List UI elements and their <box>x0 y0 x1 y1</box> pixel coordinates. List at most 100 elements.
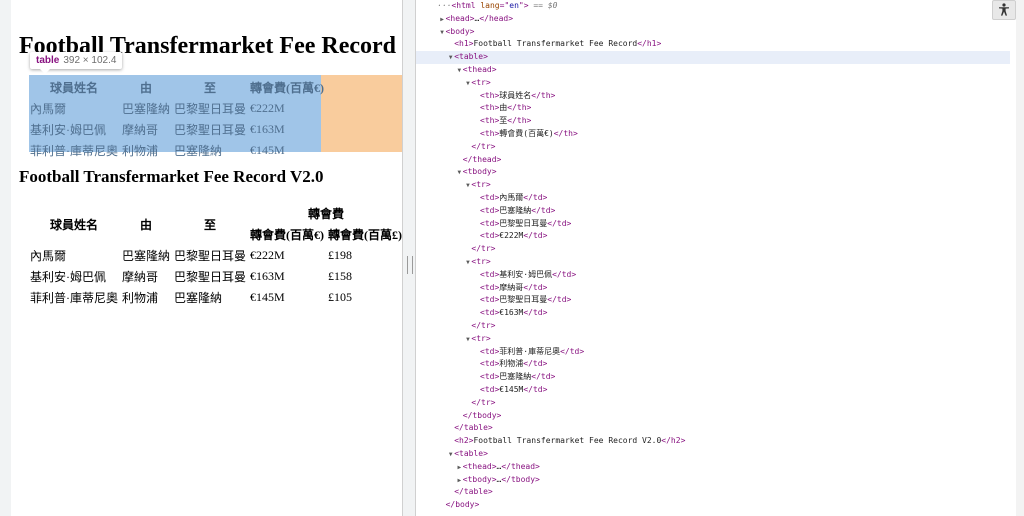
dom-token: <td> <box>480 346 500 356</box>
dom-token: </body> <box>445 500 480 510</box>
accessibility-icon <box>999 3 1009 16</box>
dom-node-line[interactable]: <th>由</th> <box>416 102 1010 115</box>
cell-to: 巴黎聖日耳曼 <box>174 102 247 116</box>
dom-token: 摩納哥 <box>499 282 524 292</box>
dom-token: </tr> <box>471 141 496 151</box>
dom-node-line[interactable]: </table> <box>416 422 1010 435</box>
dom-node-line[interactable]: </tr> <box>416 320 1010 333</box>
dom-node-line[interactable]: <td>巴塞隆納</td> <box>416 371 1010 384</box>
cell-fee-eur: €145M <box>250 290 285 304</box>
dom-node-line[interactable]: </tbody> <box>416 410 1010 423</box>
dom-token: <td> <box>480 269 500 279</box>
dom-token: <table> <box>454 52 488 62</box>
dom-node-line[interactable]: </tr> <box>416 397 1010 410</box>
devtools-elements-panel: ···<html lang="en"> == $0 ▶ <head>…</head>… <box>416 0 1024 516</box>
dom-token: €163M <box>499 308 524 318</box>
table-row: 內馬爾 巴塞隆納 巴黎聖日耳曼 €222M <box>29 99 325 118</box>
dom-node-line[interactable]: ▶ <head>…</head> <box>416 13 1010 26</box>
dom-node-line[interactable]: <td>巴黎聖日耳曼</td> <box>416 294 1010 307</box>
dom-token: 轉會費(百萬€) <box>499 129 554 138</box>
dom-node-line[interactable]: ▶ <tbody>…</tbody> <box>416 474 1010 487</box>
dom-node-line[interactable]: ▼ <table> <box>416 448 1010 461</box>
table-row: 菲利普·庫蒂尼奧 利物浦 巴塞隆納 €145M <box>29 141 325 160</box>
dom-node-line[interactable]: <td>€222M</td> <box>416 230 1010 243</box>
dom-node-line[interactable]: ▼ <table> <box>416 51 1010 64</box>
cell-from: 利物浦 <box>122 291 159 305</box>
dom-token: <tr> <box>471 257 491 266</box>
table-highlight-margin <box>321 75 402 152</box>
cell-fee-gbp: £158 <box>328 269 353 283</box>
cell-player: 內馬爾 <box>30 102 67 116</box>
cell-fee: €163M <box>250 122 285 136</box>
dom-node-line[interactable]: <th>至</th> <box>416 115 1010 128</box>
dom-node-line[interactable]: <td>摩納哥</td> <box>416 282 1010 295</box>
dom-token: <tr> <box>471 77 491 87</box>
dom-node-line[interactable]: </tr> <box>416 141 1010 154</box>
col-from: 由 <box>140 81 153 95</box>
dom-node-line[interactable]: ▼ <tbody> <box>416 166 1010 179</box>
dom-token: ··· <box>437 1 452 10</box>
dom-token: <td> <box>480 295 500 305</box>
tooltip-tag: table <box>36 55 60 66</box>
col-to: 至 <box>204 217 217 232</box>
dom-token: 球員姓名 <box>499 90 532 100</box>
dom-node-line[interactable]: <th>球員姓名</th> <box>416 90 1010 103</box>
panel-resize-handle[interactable] <box>402 0 416 516</box>
dom-token: <table> <box>454 449 488 458</box>
dom-node-line[interactable]: </thead> <box>416 154 1010 167</box>
dom-node-line[interactable]: <td>€145M</td> <box>416 384 1010 397</box>
dom-token: </tr> <box>471 397 496 407</box>
dom-node-line[interactable]: </tr> <box>416 243 1010 256</box>
dom-node-line[interactable]: ▼ <tr> <box>416 256 1010 269</box>
dom-node-line[interactable]: <th>轉會費(百萬€)</th> <box>416 128 1010 141</box>
dom-node-line[interactable]: <td>巴黎聖日耳曼</td> <box>416 218 1010 231</box>
page-viewport: Football Transfermarket Fee Record table… <box>11 0 402 516</box>
devtools-scrollbar[interactable] <box>1016 0 1024 516</box>
dom-node-line[interactable]: <h2>Football Transfermarket Fee Record V… <box>416 435 1010 448</box>
dom-node-line[interactable]: <td>基利安·姆巴佩</td> <box>416 269 1010 282</box>
dom-token: lang <box>480 1 500 10</box>
dom-token: </td> <box>523 359 548 369</box>
dom-token: Football Transfermarket Fee Record <box>473 39 638 49</box>
dom-token: <td> <box>480 193 500 202</box>
dom-node-line[interactable]: </table> <box>416 486 1010 499</box>
dom-node-line[interactable]: <td>內馬爾</td> <box>416 192 1010 205</box>
dom-token: €222M <box>499 231 524 241</box>
accessibility-button[interactable] <box>992 0 1016 20</box>
dom-token: 基利安·姆巴佩 <box>499 269 553 279</box>
dom-node-line[interactable]: <td>€163M</td> <box>416 307 1010 320</box>
dom-node-line[interactable]: ▶ <thead>…</thead> <box>416 461 1010 474</box>
dom-token: </thead> <box>501 461 540 471</box>
dom-node-line[interactable]: ▼ <thead> <box>416 64 1010 77</box>
cell-player: 菲利普·庫蒂尼奧 <box>30 291 118 305</box>
dom-node-line[interactable]: <td>利物浦</td> <box>416 358 1010 371</box>
dom-token: <thead> <box>462 65 497 74</box>
dom-token: <thead> <box>462 461 497 471</box>
dom-token: </td> <box>523 193 548 202</box>
dom-node-line[interactable]: </body> <box>416 499 1010 512</box>
dom-node-line[interactable]: ▼ <tr> <box>416 179 1010 192</box>
dom-node-line[interactable]: ▼ <tr> <box>416 77 1010 90</box>
tooltip-dimensions: 392 × 102.4 <box>63 55 117 66</box>
cell-fee-eur: €222M <box>250 248 285 262</box>
dom-token: "> <box>518 1 529 10</box>
dom-token: <head> <box>445 13 475 23</box>
dom-node-line[interactable]: <td>巴塞隆納</td> <box>416 205 1010 218</box>
dom-token: =" <box>499 1 510 10</box>
dom-token: <td> <box>480 231 500 241</box>
dom-node-line[interactable]: ···<html lang="en"> == $0 <box>416 0 1010 13</box>
dom-node-line[interactable]: <td>菲利普·庫蒂尼奧</td> <box>416 346 1010 359</box>
fee-table-v2: 球員姓名 由 至 轉會費 轉會費(百萬€) 轉會費(百萬£) 內馬爾 巴塞隆納 … <box>27 202 402 309</box>
dom-node-line[interactable]: ▼ <tr> <box>416 333 1010 346</box>
dom-token: 菲利普·庫蒂尼奧 <box>499 346 561 356</box>
dom-node-line[interactable]: <h1>Football Transfermarket Fee Record</… <box>416 38 1010 51</box>
table-row: 基利安·姆巴佩 摩納哥 巴黎聖日耳曼 €163M £158 <box>29 267 402 286</box>
dom-token: 巴黎聖日耳曼 <box>499 295 548 305</box>
cell-player: 內馬爾 <box>30 249 67 263</box>
dom-token: <tbody> <box>462 474 497 484</box>
col-to: 至 <box>204 81 217 95</box>
dom-token: 巴塞隆納 <box>499 372 532 382</box>
dom-node-line[interactable]: ▼ <body> <box>416 26 1010 39</box>
drag-grip-icon <box>407 256 413 274</box>
cell-to: 巴塞隆納 <box>174 144 223 158</box>
